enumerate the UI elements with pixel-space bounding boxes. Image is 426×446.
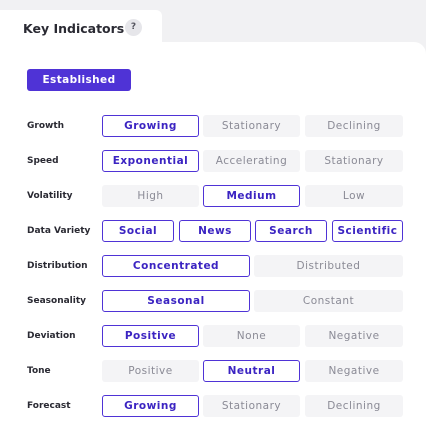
help-icon[interactable]: ? [125,19,142,36]
status-badge: Established [27,69,131,91]
option-button-stationary[interactable]: Stationary [305,150,403,172]
option-button-search[interactable]: Search [255,220,327,242]
row-label-growth: Growth [27,121,65,131]
option-button-seasonal[interactable]: Seasonal [102,290,250,312]
indicators-panel [0,42,426,446]
option-button-positive[interactable]: Positive [102,360,199,382]
option-button-concentrated[interactable]: Concentrated [102,255,250,277]
option-button-medium[interactable]: Medium [203,185,300,207]
row-label-forecast: Forecast [27,401,71,411]
row-label-tone: Tone [27,366,51,376]
option-button-declining[interactable]: Declining [305,115,403,137]
option-button-declining[interactable]: Declining [305,395,403,417]
option-button-distributed[interactable]: Distributed [254,255,403,277]
row-label-volatility: Volatility [27,191,73,201]
row-label-distribution: Distribution [27,261,88,271]
option-button-low[interactable]: Low [305,185,403,207]
option-button-social[interactable]: Social [102,220,174,242]
option-button-exponential[interactable]: Exponential [102,150,199,172]
option-button-neutral[interactable]: Neutral [203,360,300,382]
row-label-data-variety: Data Variety [27,226,91,236]
option-button-growing[interactable]: Growing [102,395,199,417]
option-button-accelerating[interactable]: Accelerating [203,150,300,172]
option-button-constant[interactable]: Constant [254,290,403,312]
page-title: Key Indicators [23,21,125,36]
option-button-negative[interactable]: Negative [305,360,403,382]
option-button-news[interactable]: News [179,220,251,242]
option-button-stationary[interactable]: Stationary [203,115,300,137]
option-button-positive[interactable]: Positive [102,325,199,347]
option-button-stationary[interactable]: Stationary [203,395,300,417]
option-button-none[interactable]: None [203,325,300,347]
option-button-negative[interactable]: Negative [305,325,403,347]
row-label-seasonality: Seasonality [27,296,87,306]
option-button-growing[interactable]: Growing [102,115,199,137]
option-button-scientific[interactable]: Scientific [332,220,403,242]
option-button-high[interactable]: High [102,185,199,207]
row-label-deviation: Deviation [27,331,76,341]
row-label-speed: Speed [27,156,59,166]
